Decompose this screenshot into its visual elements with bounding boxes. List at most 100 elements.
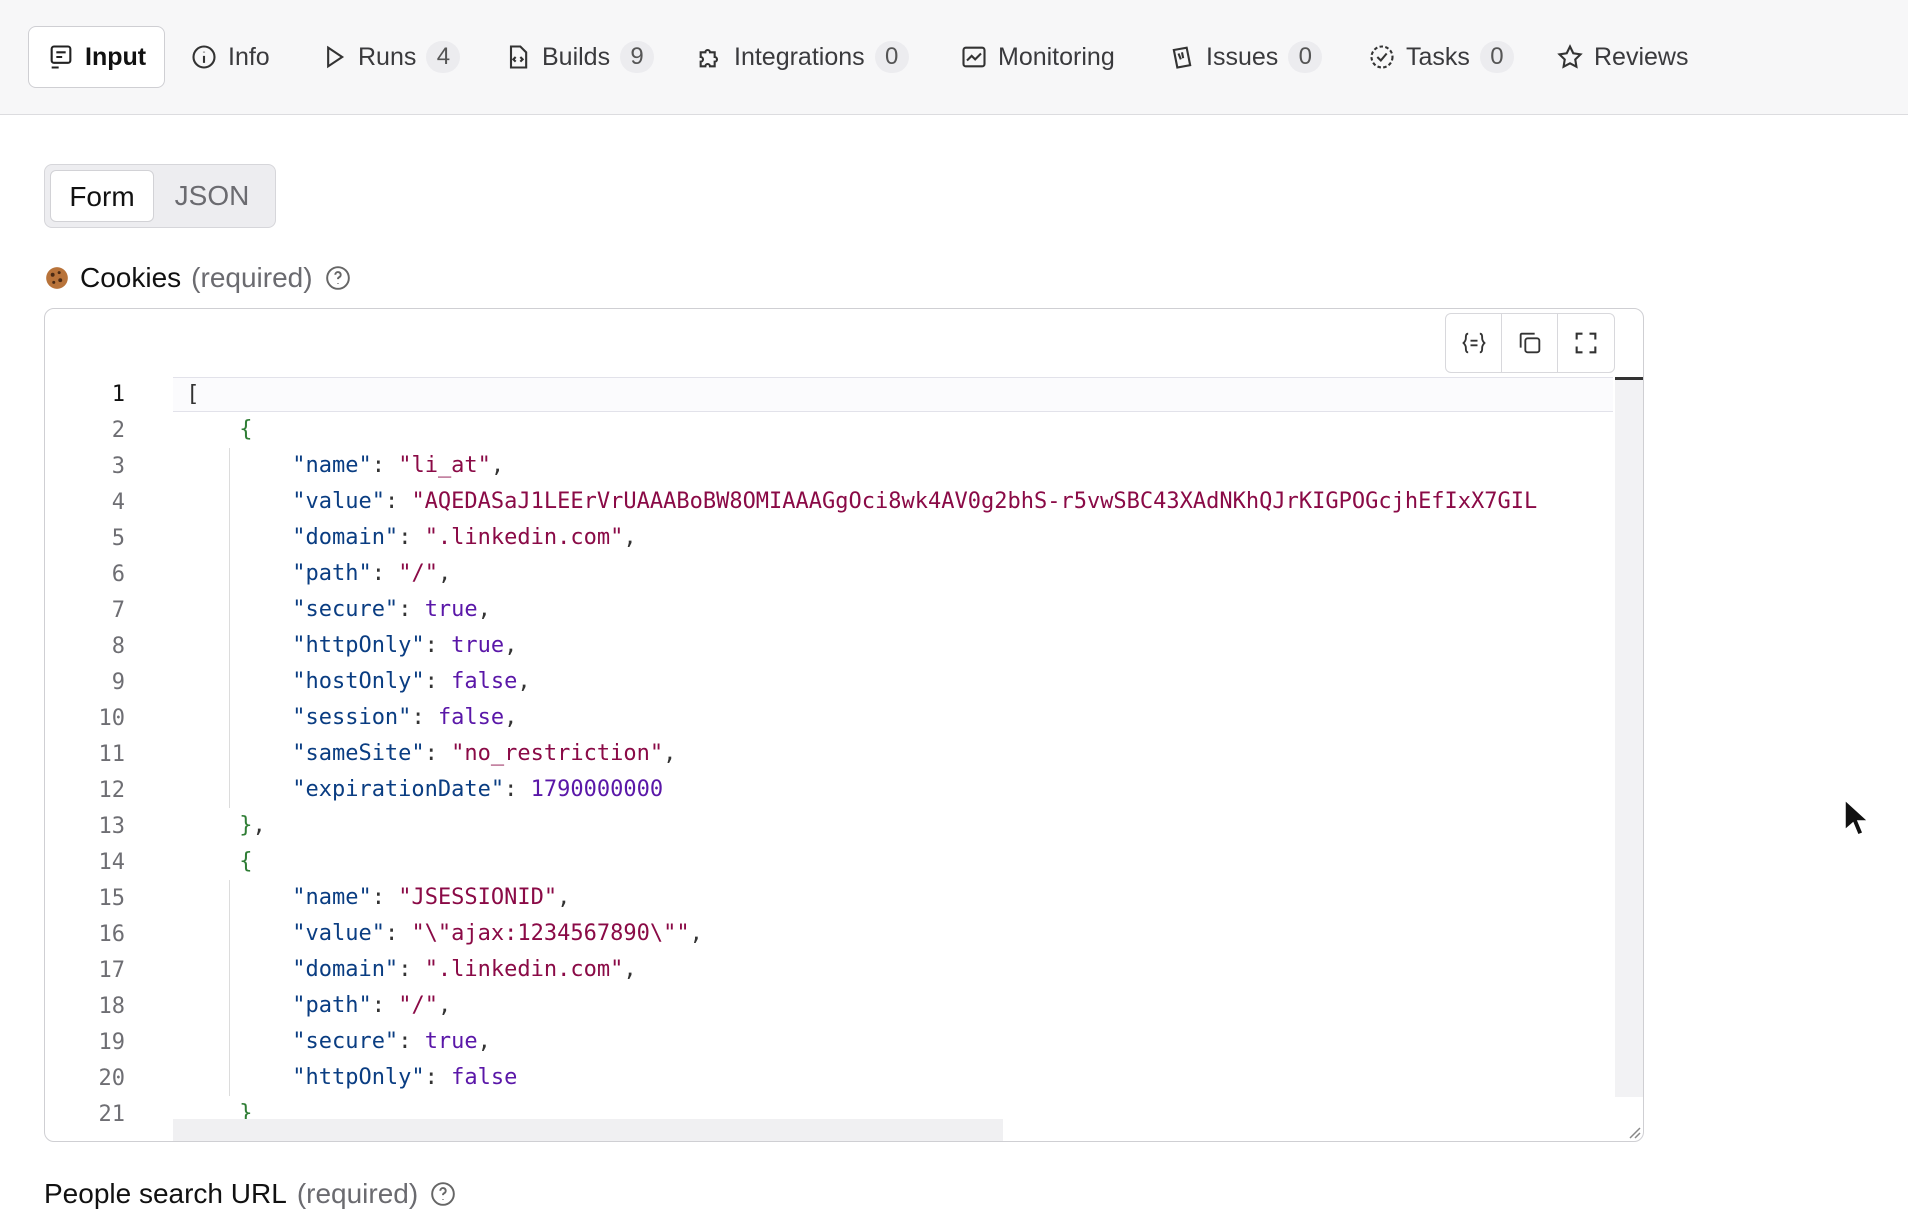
code-token: : [371, 993, 399, 1018]
code-line: "value": "\"ajax:1234567890\"", [173, 916, 1613, 952]
line-number: 20 [98, 1066, 126, 1091]
line-number-gutter: 1 2 3 4 5 6 7 8 9 10 11 12 13 14 15 16 17 18 19 20 21 [45, 377, 173, 1133]
tasks-count-badge: 0 [1479, 41, 1514, 73]
line-number: 10 [98, 706, 126, 731]
field-title: People search URL [44, 1178, 287, 1209]
integrations-count-badge: 0 [874, 41, 909, 73]
play-icon [327, 45, 345, 69]
horizontal-scrollbar[interactable] [173, 1119, 1003, 1141]
line-number: 13 [98, 814, 126, 839]
tab-label: Monitoring [998, 42, 1115, 71]
tab-builds[interactable]: Builds 9 [486, 26, 672, 88]
line-number: 1 [111, 382, 125, 407]
code-line: [ [173, 377, 1613, 412]
resize-handle-icon[interactable] [1625, 1123, 1641, 1139]
help-icon[interactable] [430, 1181, 456, 1207]
form-mode-button[interactable]: Form [50, 170, 154, 222]
code-token: : [371, 561, 399, 586]
code-token: , [623, 957, 637, 982]
code-token: "domain" [292, 957, 399, 982]
code-token: , [557, 885, 571, 910]
tab-label: Tasks [1406, 42, 1470, 71]
tab-label: Issues [1206, 42, 1279, 71]
line-number: 6 [111, 562, 125, 587]
code-token: : [384, 921, 412, 946]
tab-tasks[interactable]: Tasks 0 [1350, 26, 1532, 88]
code-token: , [477, 1029, 491, 1054]
code-line: "hostOnly": false, [173, 664, 1613, 700]
line-number: 11 [98, 742, 126, 767]
code-line: }, [173, 808, 1613, 844]
json-mode-button[interactable]: JSON [157, 170, 267, 222]
line-number: 7 [111, 598, 125, 623]
scrollbar-thumb[interactable] [1615, 377, 1643, 380]
indent-guide [229, 484, 230, 520]
code-token: : [424, 1065, 452, 1090]
code-token: , [437, 993, 452, 1018]
task-icon [1370, 45, 1394, 69]
tab-label: Input [85, 42, 147, 71]
code-token: : [411, 705, 438, 730]
tab-reviews[interactable]: Reviews [1538, 26, 1706, 88]
cookies-json-editor[interactable]: 1 2 3 4 5 6 7 8 9 10 11 12 13 14 15 16 17 18 19 20 21 [ { "n… [44, 308, 1644, 1142]
copy-button[interactable] [1502, 314, 1558, 372]
line-number: 19 [98, 1030, 126, 1055]
format-json-button[interactable] [1446, 314, 1502, 372]
code-token: false [451, 1065, 518, 1090]
cookies-field-label: Cookies (required) [44, 262, 351, 294]
code-token: : [398, 597, 425, 622]
code-token: : [398, 525, 425, 550]
code-token: "value" [292, 489, 385, 514]
code-token: , [623, 525, 637, 550]
format-icon [1461, 332, 1486, 354]
code-token: "value" [292, 921, 385, 946]
line-number: 12 [98, 778, 126, 803]
code-line: "domain": ".linkedin.com", [173, 952, 1613, 988]
code-line: "expirationDate": 1790000000 [173, 772, 1613, 808]
help-icon[interactable] [325, 265, 351, 291]
tab-input[interactable]: Input [28, 26, 166, 88]
line-number: 5 [111, 526, 125, 551]
code-token: : [424, 633, 452, 658]
code-token: : [424, 741, 452, 766]
tab-info[interactable]: Info [172, 26, 288, 88]
tab-label: Builds [542, 42, 611, 71]
line-number: 17 [98, 958, 126, 983]
indent-guide [229, 736, 230, 772]
vertical-scrollbar[interactable] [1615, 377, 1643, 1097]
mouse-cursor-icon [1844, 798, 1869, 836]
code-token: 1790000000 [530, 777, 664, 802]
indent-guide [229, 880, 230, 916]
tab-monitoring[interactable]: Monitoring [942, 26, 1133, 88]
code-line: "session": false, [173, 700, 1613, 736]
tab-integrations[interactable]: Integrations 0 [678, 26, 927, 88]
issues-count-badge: 0 [1288, 41, 1323, 73]
code-token: true [424, 1029, 478, 1054]
code-line: { [173, 412, 1613, 448]
code-line: "secure": true, [173, 592, 1613, 628]
code-token: , [490, 453, 505, 478]
file-code-icon [509, 45, 528, 69]
tab-runs[interactable]: Runs 4 [302, 26, 478, 88]
code-token: , [663, 741, 677, 766]
fullscreen-button[interactable] [1558, 314, 1614, 372]
tab-issues[interactable]: Issues 0 [1150, 26, 1340, 88]
code-token: "\"ajax:1234567890\"" [411, 921, 690, 946]
code-token: "secure" [292, 597, 399, 622]
line-number: 8 [111, 634, 125, 659]
code-token: "domain" [292, 525, 399, 550]
code-line: "sameSite": "no_restriction", [173, 736, 1613, 772]
code-area[interactable]: [ { "name": "li_at", "value": "AQEDASaJ1… [173, 377, 1613, 1141]
code-token: "httpOnly" [292, 633, 425, 658]
code-line: "path": "/", [173, 556, 1613, 592]
code-token: [ [186, 382, 200, 407]
line-number: 21 [98, 1102, 126, 1127]
info-icon [192, 45, 216, 69]
code-token: { [239, 849, 253, 874]
code-token: "sameSite" [292, 741, 425, 766]
code-token: "AQEDASaJ1LEErVrUAAABoBW8OMIAAAGgOci8wk4… [411, 489, 1538, 514]
fullscreen-icon [1575, 332, 1597, 354]
code-token: "secure" [292, 1029, 399, 1054]
code-token: "name" [292, 453, 372, 478]
code-token: true [424, 597, 478, 622]
